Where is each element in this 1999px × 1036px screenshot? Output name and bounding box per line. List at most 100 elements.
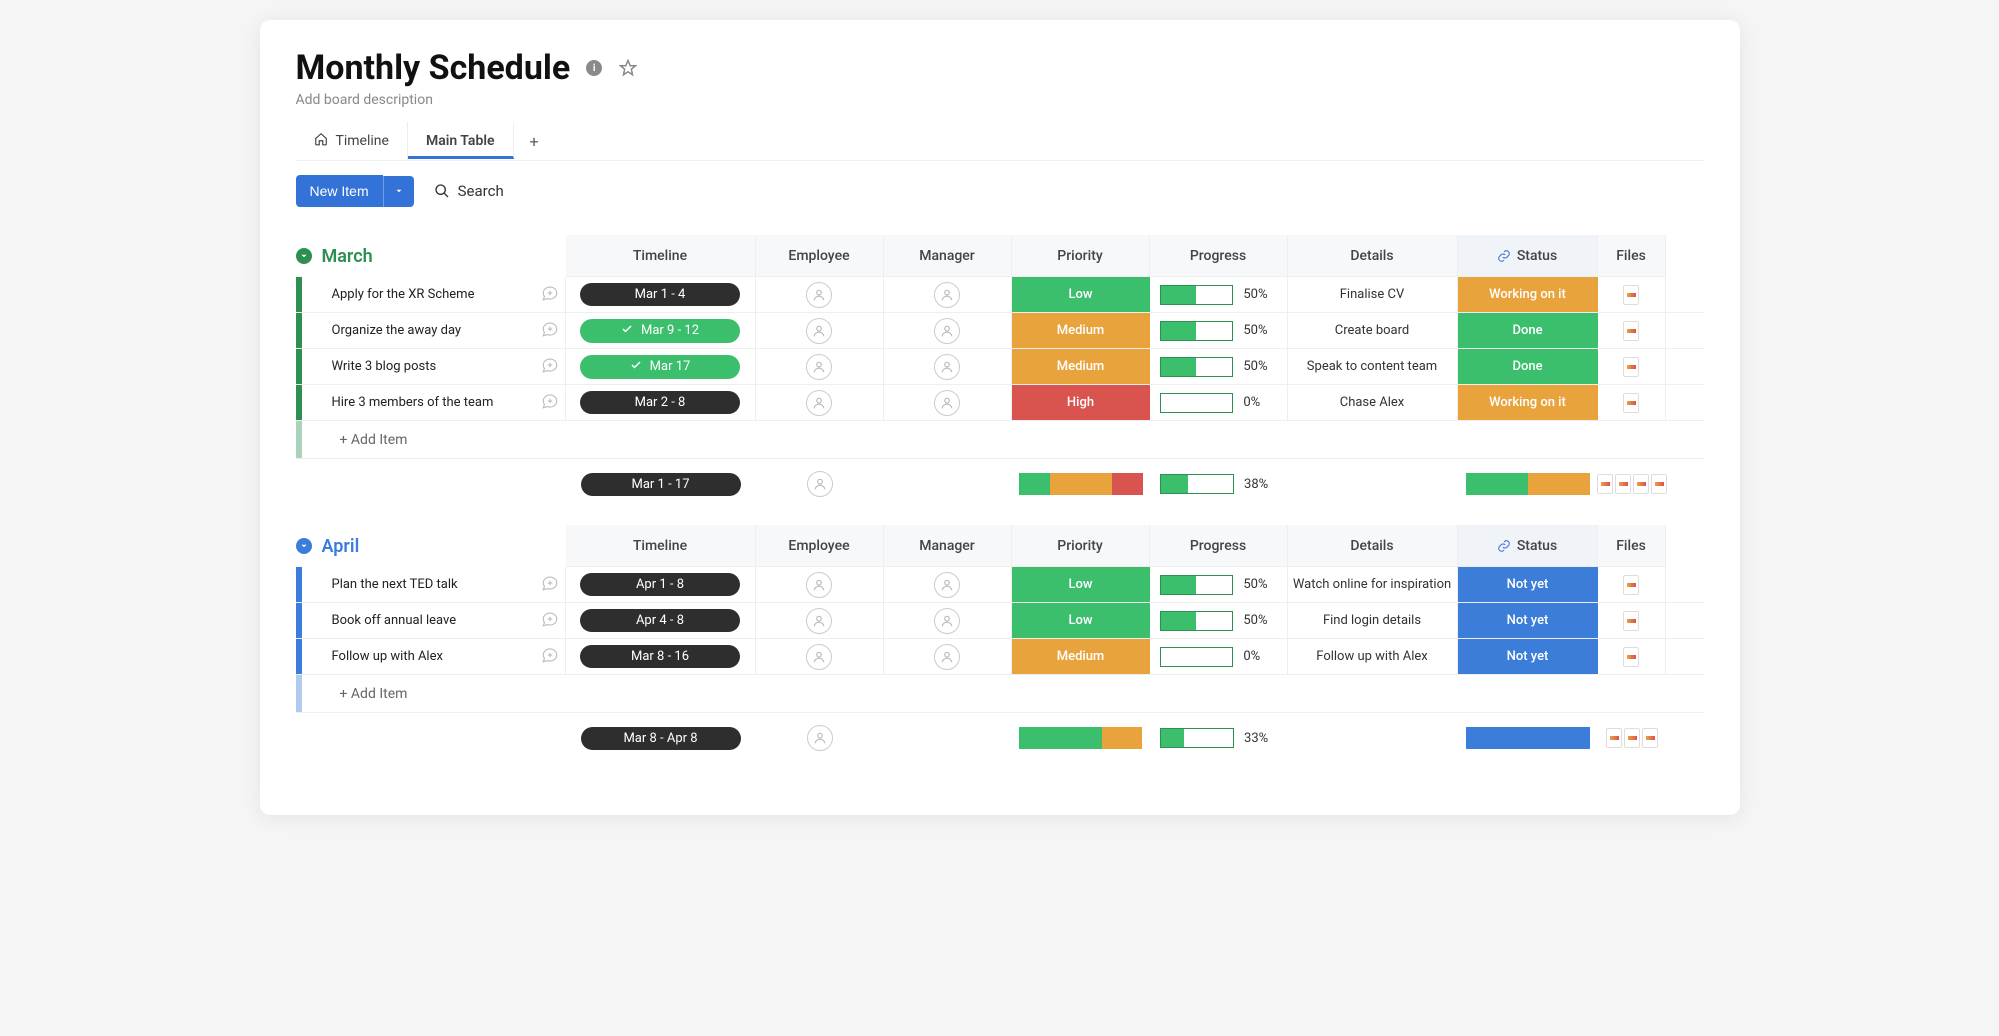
avatar-empty[interactable] bbox=[806, 572, 832, 598]
files-cell[interactable] bbox=[1598, 639, 1666, 674]
add-comment-icon[interactable] bbox=[541, 610, 559, 632]
row-name-cell[interactable]: Write 3 blog posts bbox=[296, 349, 566, 384]
timeline-cell[interactable]: Apr 4 - 8 bbox=[566, 603, 756, 638]
manager-cell[interactable] bbox=[884, 567, 1012, 602]
avatar-empty[interactable] bbox=[934, 644, 960, 670]
chevron-down-icon[interactable] bbox=[296, 538, 312, 554]
priority-cell[interactable]: Medium bbox=[1012, 639, 1150, 674]
priority-cell[interactable]: Medium bbox=[1012, 313, 1150, 348]
row-name-cell[interactable]: Book off annual leave bbox=[296, 603, 566, 638]
avatar-empty[interactable] bbox=[934, 572, 960, 598]
avatar-empty[interactable] bbox=[934, 390, 960, 416]
timeline-cell[interactable]: Mar 9 - 12 bbox=[566, 313, 756, 348]
timeline-cell[interactable]: Mar 1 - 4 bbox=[566, 277, 756, 312]
add-item-button[interactable]: + Add Item bbox=[296, 675, 566, 712]
row-name-cell[interactable]: Plan the next TED talk bbox=[296, 567, 566, 602]
file-icon[interactable] bbox=[1623, 575, 1639, 595]
col-head-files[interactable]: Files bbox=[1598, 525, 1666, 567]
file-icon[interactable] bbox=[1623, 357, 1639, 377]
manager-cell[interactable] bbox=[884, 603, 1012, 638]
files-cell[interactable] bbox=[1598, 567, 1666, 602]
manager-cell[interactable] bbox=[884, 313, 1012, 348]
timeline-cell[interactable]: Apr 1 - 8 bbox=[566, 567, 756, 602]
add-comment-icon[interactable] bbox=[541, 392, 559, 414]
files-cell[interactable] bbox=[1598, 385, 1666, 420]
file-icon[interactable] bbox=[1624, 728, 1640, 748]
col-head-priority[interactable]: Priority bbox=[1012, 235, 1150, 277]
file-icon[interactable] bbox=[1623, 647, 1639, 667]
col-head-status[interactable]: Status bbox=[1458, 235, 1598, 277]
add-comment-icon[interactable] bbox=[541, 574, 559, 596]
table-row[interactable]: Book off annual leaveApr 4 - 8Low50%Find… bbox=[296, 603, 1704, 639]
avatar-empty[interactable] bbox=[806, 354, 832, 380]
avatar-empty[interactable] bbox=[806, 318, 832, 344]
star-icon[interactable] bbox=[618, 58, 638, 78]
details-cell[interactable]: Watch online for inspiration bbox=[1288, 567, 1458, 602]
add-item-button[interactable]: + Add Item bbox=[296, 421, 566, 458]
add-comment-icon[interactable] bbox=[541, 284, 559, 306]
employee-cell[interactable] bbox=[756, 385, 884, 420]
avatar-empty[interactable] bbox=[807, 471, 833, 497]
progress-cell[interactable]: 50% bbox=[1150, 277, 1288, 312]
chevron-down-icon[interactable] bbox=[296, 248, 312, 264]
priority-cell[interactable]: Low bbox=[1012, 277, 1150, 312]
timeline-cell[interactable]: Mar 8 - 16 bbox=[566, 639, 756, 674]
group-header[interactable]: March bbox=[296, 235, 566, 277]
file-icon[interactable] bbox=[1623, 611, 1639, 631]
status-cell[interactable]: Done bbox=[1458, 313, 1598, 348]
progress-cell[interactable]: 50% bbox=[1150, 567, 1288, 602]
row-name-cell[interactable]: Organize the away day bbox=[296, 313, 566, 348]
file-icon[interactable] bbox=[1623, 285, 1639, 305]
new-item-dropdown[interactable] bbox=[383, 176, 414, 207]
progress-cell[interactable]: 50% bbox=[1150, 349, 1288, 384]
employee-cell[interactable] bbox=[756, 567, 884, 602]
table-row[interactable]: Hire 3 members of the teamMar 2 - 8High0… bbox=[296, 385, 1704, 421]
col-head-progress[interactable]: Progress bbox=[1150, 235, 1288, 277]
table-row[interactable]: Apply for the XR SchemeMar 1 - 4Low50%Fi… bbox=[296, 277, 1704, 313]
col-head-manager[interactable]: Manager bbox=[884, 235, 1012, 277]
file-icon[interactable] bbox=[1642, 728, 1658, 748]
avatar-empty[interactable] bbox=[807, 725, 833, 751]
file-icon[interactable] bbox=[1623, 321, 1639, 341]
manager-cell[interactable] bbox=[884, 385, 1012, 420]
table-row[interactable]: Plan the next TED talkApr 1 - 8 Low50%Wat… bbox=[296, 567, 1704, 603]
avatar-empty[interactable] bbox=[806, 390, 832, 416]
table-row[interactable]: Follow up with AlexMar 8 - 16Medium0%Fol… bbox=[296, 639, 1704, 675]
avatar-empty[interactable] bbox=[934, 354, 960, 380]
progress-cell[interactable]: 0% bbox=[1150, 639, 1288, 674]
timeline-cell[interactable]: Mar 2 - 8 bbox=[566, 385, 756, 420]
avatar-empty[interactable] bbox=[806, 644, 832, 670]
avatar-empty[interactable] bbox=[934, 282, 960, 308]
col-head-priority[interactable]: Priority bbox=[1012, 525, 1150, 567]
details-cell[interactable]: Follow up with Alex bbox=[1288, 639, 1458, 674]
details-cell[interactable]: Find login details bbox=[1288, 603, 1458, 638]
col-head-details[interactable]: Details bbox=[1288, 235, 1458, 277]
file-icon[interactable] bbox=[1633, 474, 1649, 494]
add-comment-icon[interactable] bbox=[541, 356, 559, 378]
file-icon[interactable] bbox=[1615, 474, 1631, 494]
add-view-button[interactable]: + bbox=[514, 132, 555, 151]
col-head-manager[interactable]: Manager bbox=[884, 525, 1012, 567]
row-name-cell[interactable]: Hire 3 members of the team bbox=[296, 385, 566, 420]
status-cell[interactable]: Done bbox=[1458, 349, 1598, 384]
priority-cell[interactable]: Low bbox=[1012, 567, 1150, 602]
timeline-cell[interactable]: Mar 17 bbox=[566, 349, 756, 384]
avatar-empty[interactable] bbox=[934, 608, 960, 634]
status-cell[interactable]: Not yet bbox=[1458, 639, 1598, 674]
progress-cell[interactable]: 0% bbox=[1150, 385, 1288, 420]
details-cell[interactable]: Speak to content team bbox=[1288, 349, 1458, 384]
status-cell[interactable]: Working on it bbox=[1458, 277, 1598, 312]
files-cell[interactable] bbox=[1598, 349, 1666, 384]
col-head-details[interactable]: Details bbox=[1288, 525, 1458, 567]
file-icon[interactable] bbox=[1606, 728, 1622, 748]
progress-cell[interactable]: 50% bbox=[1150, 603, 1288, 638]
file-icon[interactable] bbox=[1597, 474, 1613, 494]
col-head-files[interactable]: Files bbox=[1598, 235, 1666, 277]
info-icon[interactable]: i bbox=[584, 58, 604, 78]
files-cell[interactable] bbox=[1598, 277, 1666, 312]
tab-main-table[interactable]: Main Table bbox=[408, 123, 514, 159]
row-name-cell[interactable]: Follow up with Alex bbox=[296, 639, 566, 674]
employee-cell[interactable] bbox=[756, 639, 884, 674]
avatar-empty[interactable] bbox=[934, 318, 960, 344]
col-head-employee[interactable]: Employee bbox=[756, 525, 884, 567]
